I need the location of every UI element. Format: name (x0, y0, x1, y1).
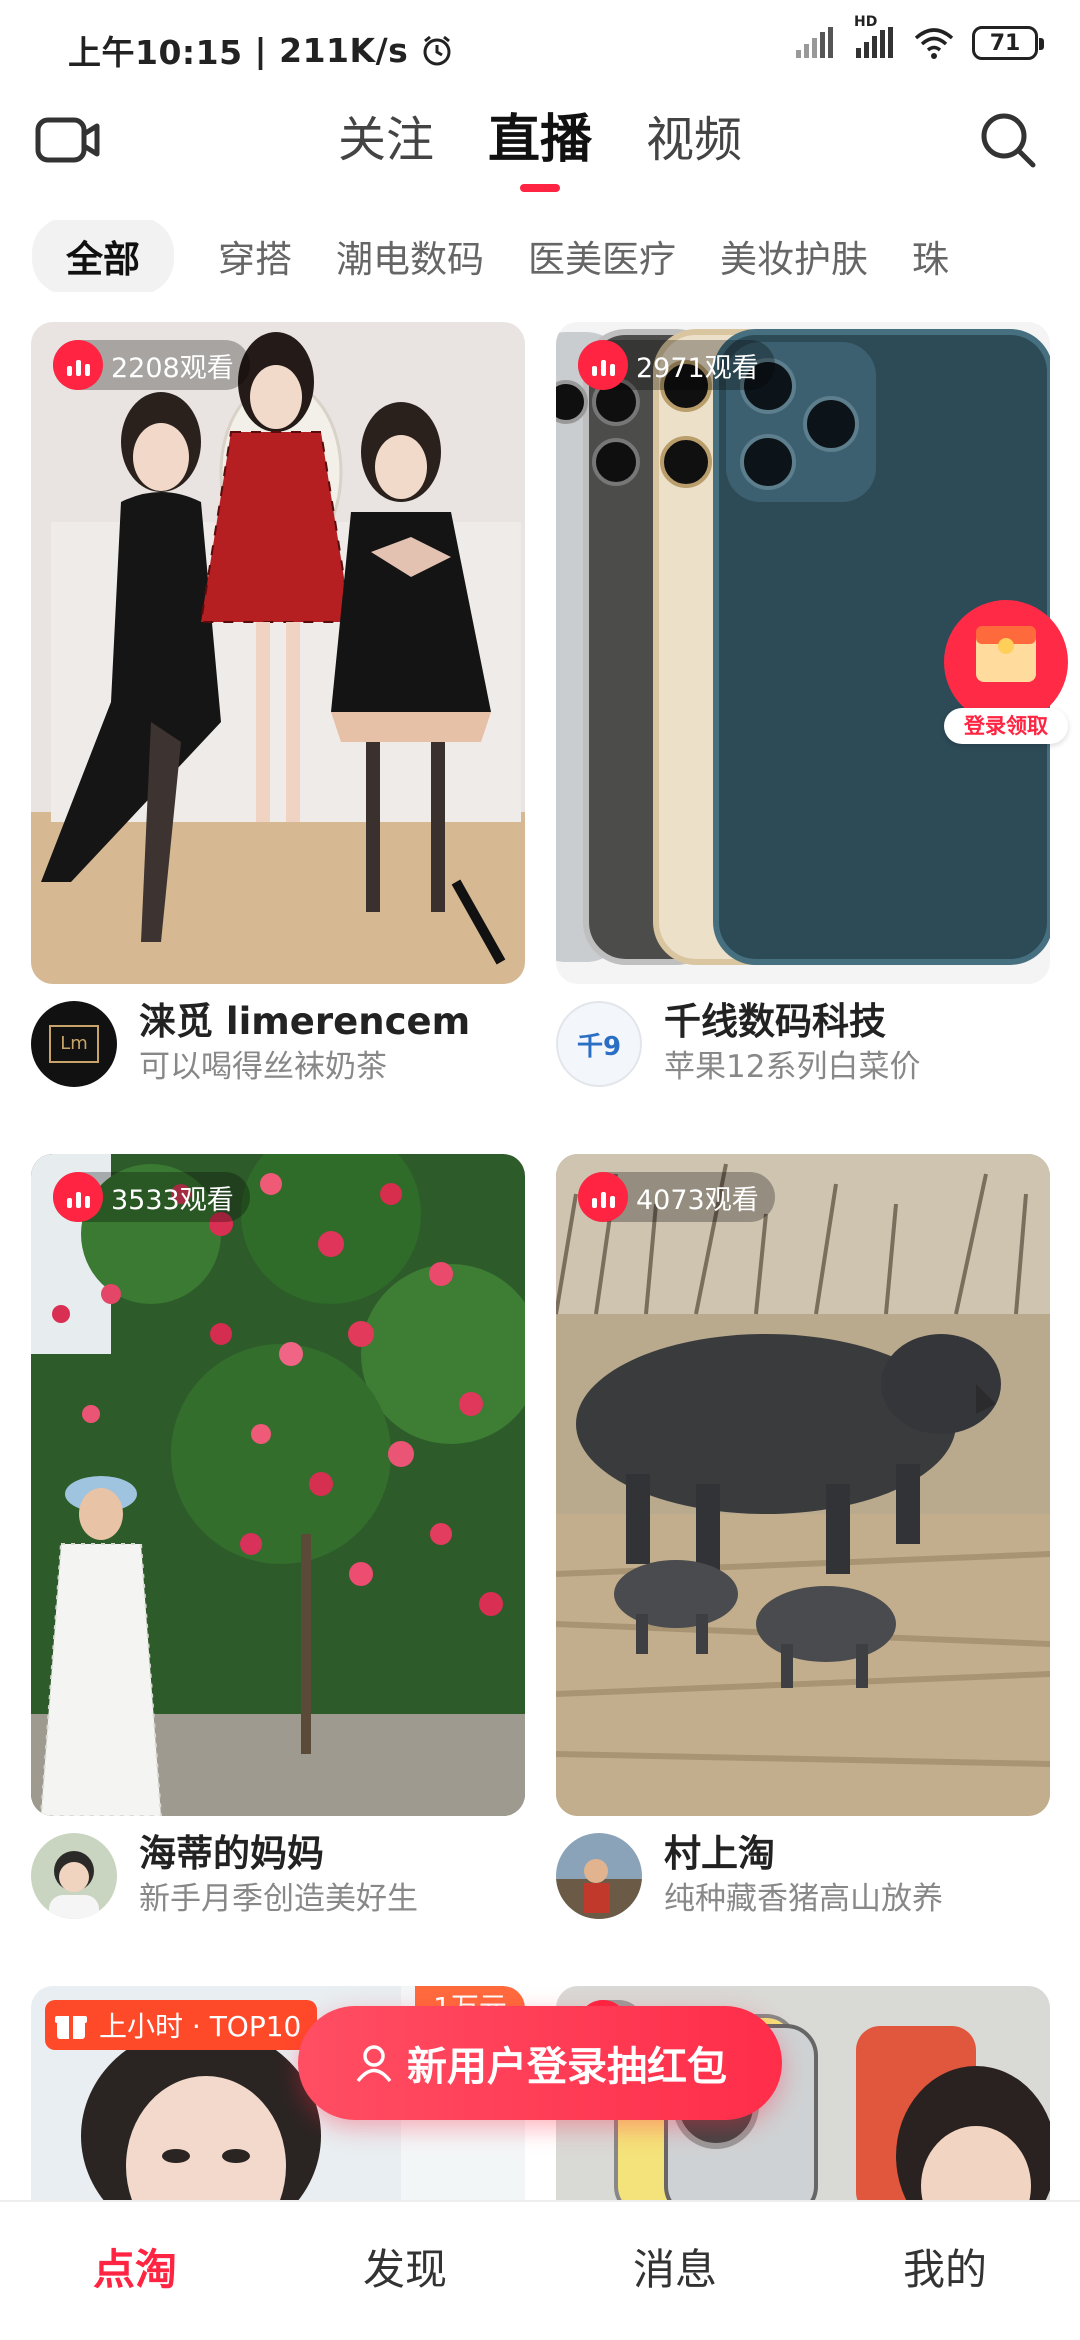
search-icon (981, 113, 1036, 168)
card-text: 海蒂的妈妈 新手月季创造美好生 (139, 1831, 418, 1921)
stream-subtitle: 纯种藏香猪高山放养 (664, 1881, 943, 1917)
signal-icon (796, 27, 833, 58)
rose-garden-image (31, 1154, 525, 1816)
login-lottery-button[interactable]: 新用户登录抽红包 (298, 2006, 782, 2120)
viewer-count-badge: 3533观看 (53, 1172, 250, 1222)
tab-messages[interactable]: 消息 (540, 2202, 810, 2340)
streamer-avatar[interactable] (31, 1833, 117, 1919)
top-header: 关注 直播 视频 (0, 90, 1080, 210)
streamer-name: 海蒂的妈妈 (139, 1832, 324, 1875)
signal-hd-icon: HD (854, 14, 896, 60)
card-meta: Lm 涞觅 limerencem 可以喝得丝袜奶茶 (31, 996, 525, 1092)
viewer-count-badge: 2208观看 (53, 340, 250, 390)
avatar-photo (556, 1833, 642, 1919)
live-bars-icon (53, 1172, 103, 1222)
live-bars-icon (578, 340, 628, 390)
viewer-count: 2208观看 (111, 352, 234, 384)
category-all[interactable]: 全部 (32, 220, 174, 292)
tab-diantao[interactable]: 点淘 (0, 2202, 270, 2340)
card-meta: 海蒂的妈妈 新手月季创造美好生 (31, 1828, 525, 1924)
streamer-name: 千线数码科技 (664, 1000, 886, 1043)
live-thumbnail[interactable]: 3533观看 (31, 1154, 525, 1816)
streamer-avatar[interactable]: Lm (31, 1001, 117, 1087)
status-left: 上午10:15 | 211K/s (68, 26, 454, 74)
login-lottery-label: 新用户登录抽红包 (407, 2044, 727, 2090)
main-tabs: 关注 直播 视频 (0, 100, 1080, 192)
viewer-count: 4073观看 (636, 1184, 759, 1216)
category-makeup-skincare[interactable]: 美妆护肤 (720, 229, 868, 283)
avatar-logo: Lm (49, 1025, 99, 1063)
live-bars-icon (578, 1172, 628, 1222)
status-time: 上午10:15 (68, 33, 243, 72)
live-card[interactable]: 3533观看 海蒂的妈妈 新手月季创造美好生 (31, 1154, 525, 1924)
viewer-count: 3533观看 (111, 1184, 234, 1216)
status-speed: 211K/s (279, 30, 409, 70)
card-meta: 村上淘 纯种藏香猪高山放养 (556, 1828, 1050, 1924)
alarm-icon (423, 35, 451, 66)
user-icon (356, 2045, 392, 2083)
viewer-count: 2971观看 (636, 352, 759, 384)
streamer-avatar[interactable] (556, 1833, 642, 1919)
viewer-count-badge: 4073观看 (578, 1172, 775, 1222)
category-medical-beauty[interactable]: 医美医疗 (528, 229, 676, 283)
streamer-name: 涞觅 limerencem (139, 1000, 471, 1043)
category-jewelry[interactable]: 珠 (912, 229, 949, 283)
category-bar: 全部 穿搭 潮电数码 医美医疗 美妆护肤 珠 (32, 220, 1080, 292)
tab-follow[interactable]: 关注 (338, 100, 434, 180)
pigs-image (556, 1154, 1050, 1816)
live-thumbnail[interactable]: 4073观看 (556, 1154, 1050, 1816)
streamer-name: 村上淘 (664, 1832, 775, 1875)
live-thumbnail[interactable]: 2208观看 (31, 322, 525, 984)
red-packet-float[interactable]: 登录领取 (944, 600, 1068, 744)
status-divider: | (254, 30, 268, 70)
search-button[interactable] (972, 104, 1044, 176)
category-digital[interactable]: 潮电数码 (336, 229, 484, 283)
red-packet-label: 登录领取 (944, 708, 1068, 744)
card-text: 千线数码科技 苹果12系列白菜价 (664, 999, 920, 1089)
live-card[interactable]: 4073观看 村上淘 纯种藏香猪高山放养 (556, 1154, 1050, 1924)
avatar-logo: 千9 (576, 1031, 622, 1062)
card-text: 村上淘 纯种藏香猪高山放养 (664, 1831, 943, 1921)
stream-subtitle: 可以喝得丝袜奶茶 (139, 1049, 387, 1085)
category-outfit[interactable]: 穿搭 (218, 229, 292, 283)
stream-subtitle: 新手月季创造美好生 (139, 1881, 418, 1917)
card-text: 涞觅 limerencem 可以喝得丝袜奶茶 (139, 999, 470, 1089)
tab-video[interactable]: 视频 (646, 100, 742, 180)
battery-indicator: 71 (972, 26, 1044, 60)
top10-label: 上小时 · TOP10 (99, 2010, 302, 2043)
hd-label: HD (854, 14, 878, 30)
live-bars-icon (53, 340, 103, 390)
stream-subtitle: 苹果12系列白菜价 (664, 1049, 921, 1085)
battery-level: 71 (989, 30, 1021, 56)
bottom-tab-bar: 点淘 发现 消息 我的 (0, 2200, 1080, 2340)
tab-discover[interactable]: 发现 (270, 2202, 540, 2340)
tab-live[interactable]: 直播 (488, 100, 592, 192)
status-right: HD 71 (794, 14, 1044, 60)
status-bar: 上午10:15 | 211K/s HD 71 (0, 0, 1080, 90)
avatar-photo (31, 1833, 117, 1919)
viewer-count-badge: 2971观看 (578, 340, 775, 390)
card-meta: 千9 千线数码科技 苹果12系列白菜价 (556, 996, 1050, 1092)
fashion-models-image (31, 322, 525, 984)
live-card[interactable]: 2208观看 Lm 涞觅 limerencem 可以喝得丝袜奶茶 (31, 322, 525, 1092)
tab-me[interactable]: 我的 (810, 2202, 1080, 2340)
top10-badge: 上小时 · TOP10 (45, 2000, 318, 2050)
gift-icon (55, 2016, 87, 2039)
streamer-avatar[interactable]: 千9 (556, 1001, 642, 1087)
wifi-icon (914, 28, 954, 59)
